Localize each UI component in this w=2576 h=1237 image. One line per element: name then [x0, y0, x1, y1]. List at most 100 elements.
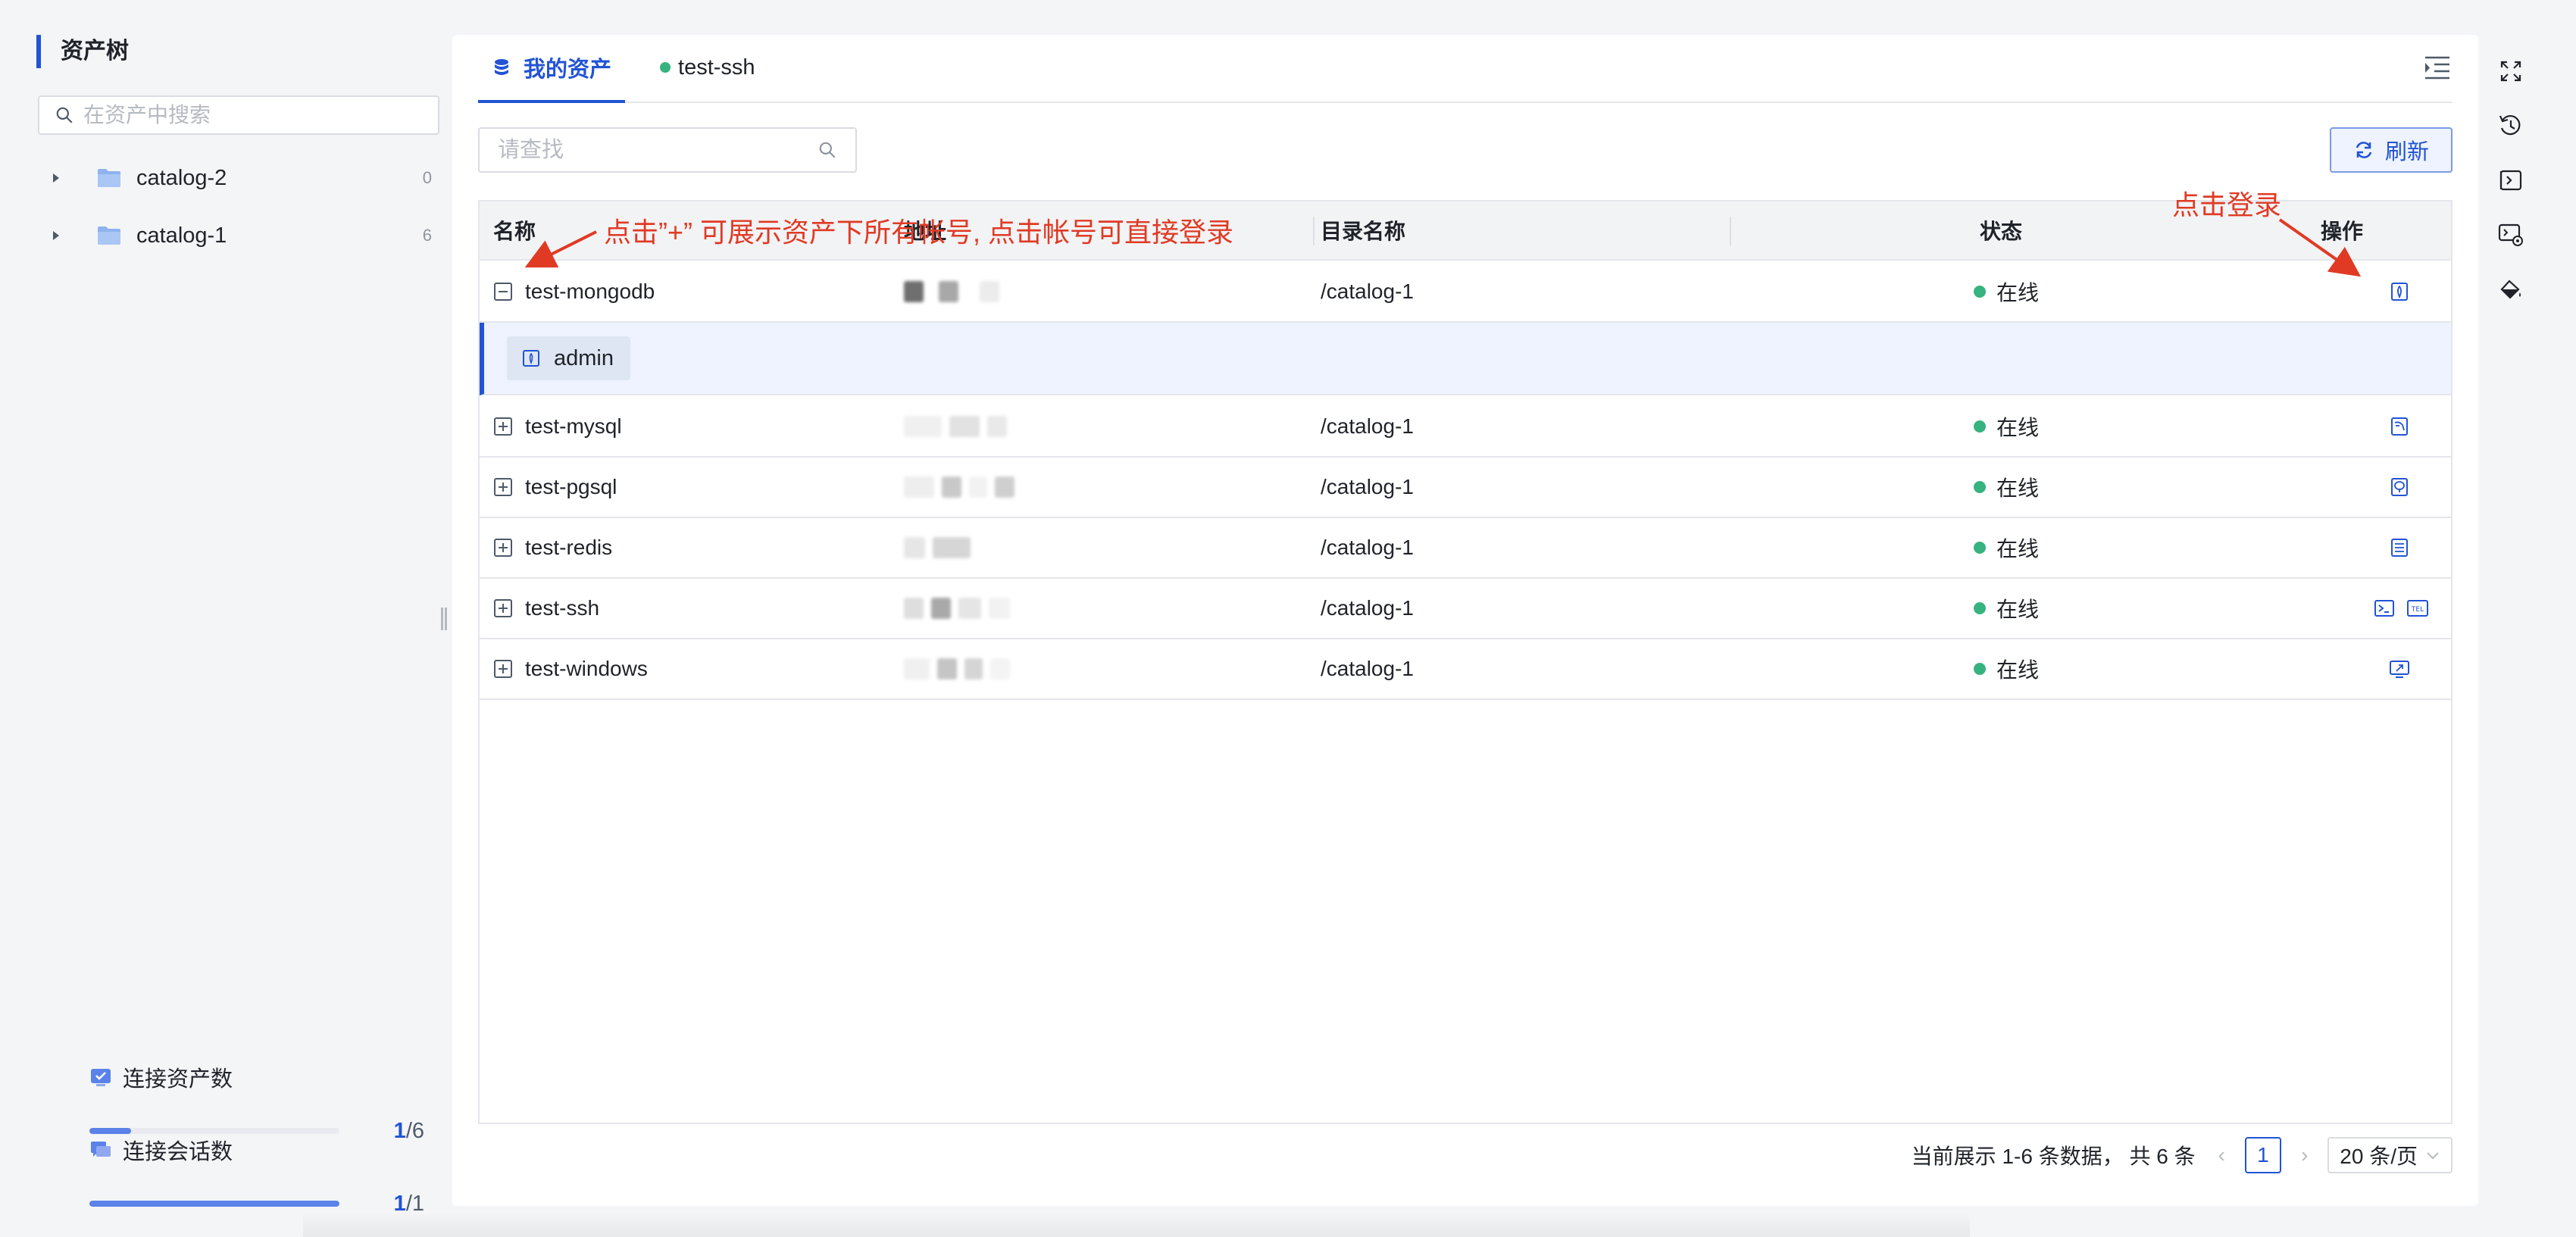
page-size-value: 20 条/页: [2340, 1145, 2418, 1168]
theme-paint-icon[interactable]: [2496, 274, 2526, 305]
folder-icon: [98, 169, 120, 187]
directory-cell: /catalog-1: [1321, 414, 1414, 438]
collapse-minus-icon[interactable]: [493, 282, 513, 301]
table-row[interactable]: test-windows /catalog-1 在线: [480, 639, 2451, 700]
masked-address: [904, 413, 1063, 440]
table-row[interactable]: test-mysql /catalog-1 在线: [480, 397, 2451, 458]
address-cell: [904, 473, 1063, 501]
header-name: 名称: [493, 220, 536, 243]
mongodb-account-icon: [523, 350, 539, 367]
asset-tree-search-input[interactable]: [83, 103, 432, 127]
online-status-dot: [1974, 481, 1986, 493]
next-page-icon[interactable]: ›: [2295, 1143, 2314, 1167]
command-icon[interactable]: [2496, 165, 2526, 195]
address-cell: [904, 278, 1063, 305]
sidebar-resize-handle[interactable]: [441, 608, 447, 630]
expand-plus-icon[interactable]: [493, 659, 513, 679]
progress-bar: [89, 1128, 339, 1134]
operation-cell: [2387, 536, 2412, 560]
asset-tree-search[interactable]: [38, 95, 439, 135]
expand-plus-icon[interactable]: [493, 538, 513, 558]
database-icon: [495, 59, 508, 75]
refresh-label: 刷新: [2384, 140, 2429, 164]
operation-cell: [2387, 280, 2412, 304]
tab-test-ssh[interactable]: test-ssh: [646, 33, 769, 102]
asset-search-input[interactable]: [498, 137, 818, 163]
stat-label: 连接会话数: [123, 1140, 233, 1164]
tree-node-count: 0: [422, 168, 432, 187]
online-status-dot: [1974, 542, 1986, 554]
expand-plus-icon[interactable]: [493, 477, 513, 497]
status-cell: 在线: [1974, 411, 2039, 442]
table-row[interactable]: test-pgsql /catalog-1 在线: [480, 458, 2451, 518]
terminal-icon[interactable]: [2372, 596, 2396, 620]
column-divider[interactable]: [1313, 217, 1315, 245]
tab-my-assets[interactable]: 我的资产: [478, 33, 626, 103]
page-number-current[interactable]: 1: [2244, 1137, 2281, 1173]
tree-node-count: 6: [422, 226, 432, 245]
redis-connect-icon[interactable]: [2387, 536, 2412, 560]
asset-name: test-pgsql: [525, 475, 617, 498]
telnet-icon[interactable]: TEL: [2406, 596, 2430, 620]
column-divider[interactable]: [1730, 217, 1731, 245]
expand-plus-icon[interactable]: [493, 417, 513, 436]
stat-label: 连接资产数: [123, 1067, 233, 1092]
address-cell: [904, 413, 1063, 440]
asset-name: test-redis: [525, 536, 613, 559]
rdp-icon[interactable]: [2387, 657, 2412, 681]
asset-table: 名称 地址 目录名称 状态 操作 test-mongodb /catalog-1: [478, 200, 2453, 1124]
collapse-menu-icon[interactable]: [2421, 52, 2453, 83]
svg-text:TEL: TEL: [2411, 606, 2424, 614]
caret-right-icon[interactable]: [45, 225, 67, 246]
online-status-dot: [1974, 420, 1986, 433]
folder-icon: [98, 226, 120, 245]
operation-cell: [2387, 414, 2412, 439]
right-toolbar: [2482, 35, 2540, 1206]
asset-name: test-mongodb: [525, 280, 655, 303]
asset-search-box[interactable]: [478, 127, 857, 173]
name-cell: test-mongodb: [493, 280, 655, 304]
name-cell: test-redis: [493, 536, 612, 560]
refresh-button[interactable]: 刷新: [2330, 127, 2453, 173]
fullscreen-icon[interactable]: [2496, 56, 2526, 86]
name-cell: test-ssh: [493, 596, 599, 620]
status-cell: 在线: [1974, 276, 2039, 307]
search-icon: [56, 107, 73, 123]
masked-address: [904, 278, 1063, 305]
masked-address: [904, 595, 1063, 622]
chat-bubbles-icon: [91, 1142, 111, 1157]
chevron-down-icon: [2427, 1152, 2439, 1160]
asset-name: test-ssh: [525, 596, 600, 620]
online-status-dot: [1974, 286, 1986, 298]
tree-node-label: catalog-1: [136, 223, 227, 248]
prev-page-icon[interactable]: ‹: [2212, 1143, 2231, 1167]
pgsql-connect-icon[interactable]: [2387, 475, 2412, 499]
search-icon[interactable]: [818, 140, 837, 160]
tree-node-catalog-1[interactable]: catalog-1 6: [45, 214, 432, 257]
account-admin-chip[interactable]: admin: [507, 336, 630, 380]
history-icon[interactable]: [2496, 111, 2526, 141]
expand-hint-annotation: 点击”+” 可展示资产下所有帐号, 点击帐号可直接登录: [604, 217, 1234, 248]
page-size-select[interactable]: 20 条/页: [2327, 1137, 2453, 1173]
table-row[interactable]: test-ssh /catalog-1 在线 TEL: [480, 579, 2451, 639]
table-row[interactable]: test-redis /catalog-1 在线: [480, 518, 2451, 579]
mongodb-connect-icon[interactable]: [2387, 280, 2412, 304]
main-panel: 我的资产 test-ssh 刷新 名称 地址 目录名称 状态 操作 t: [452, 35, 2478, 1206]
directory-cell: /catalog-1: [1321, 657, 1414, 680]
tab-bar: 我的资产 test-ssh: [478, 35, 2453, 103]
expand-plus-icon[interactable]: [493, 598, 513, 618]
status-cell: 在线: [1974, 533, 2039, 563]
tree-node-catalog-2[interactable]: catalog-2 0: [45, 157, 432, 199]
mysql-connect-icon[interactable]: [2387, 414, 2412, 439]
caret-right-icon[interactable]: [45, 167, 67, 189]
operation-cell: TEL: [2372, 596, 2430, 620]
status-cell: 在线: [1974, 593, 2039, 623]
online-status-dot: [660, 62, 671, 73]
progress-bar: [89, 1201, 339, 1207]
directory-cell: /catalog-1: [1321, 536, 1414, 559]
tree-node-label: catalog-2: [136, 165, 227, 190]
screen-settings-icon[interactable]: [2496, 220, 2526, 250]
progress-fill: [89, 1128, 132, 1134]
status-cell: 在线: [1974, 654, 2039, 684]
table-row[interactable]: test-mongodb /catalog-1 在线: [480, 262, 2451, 323]
